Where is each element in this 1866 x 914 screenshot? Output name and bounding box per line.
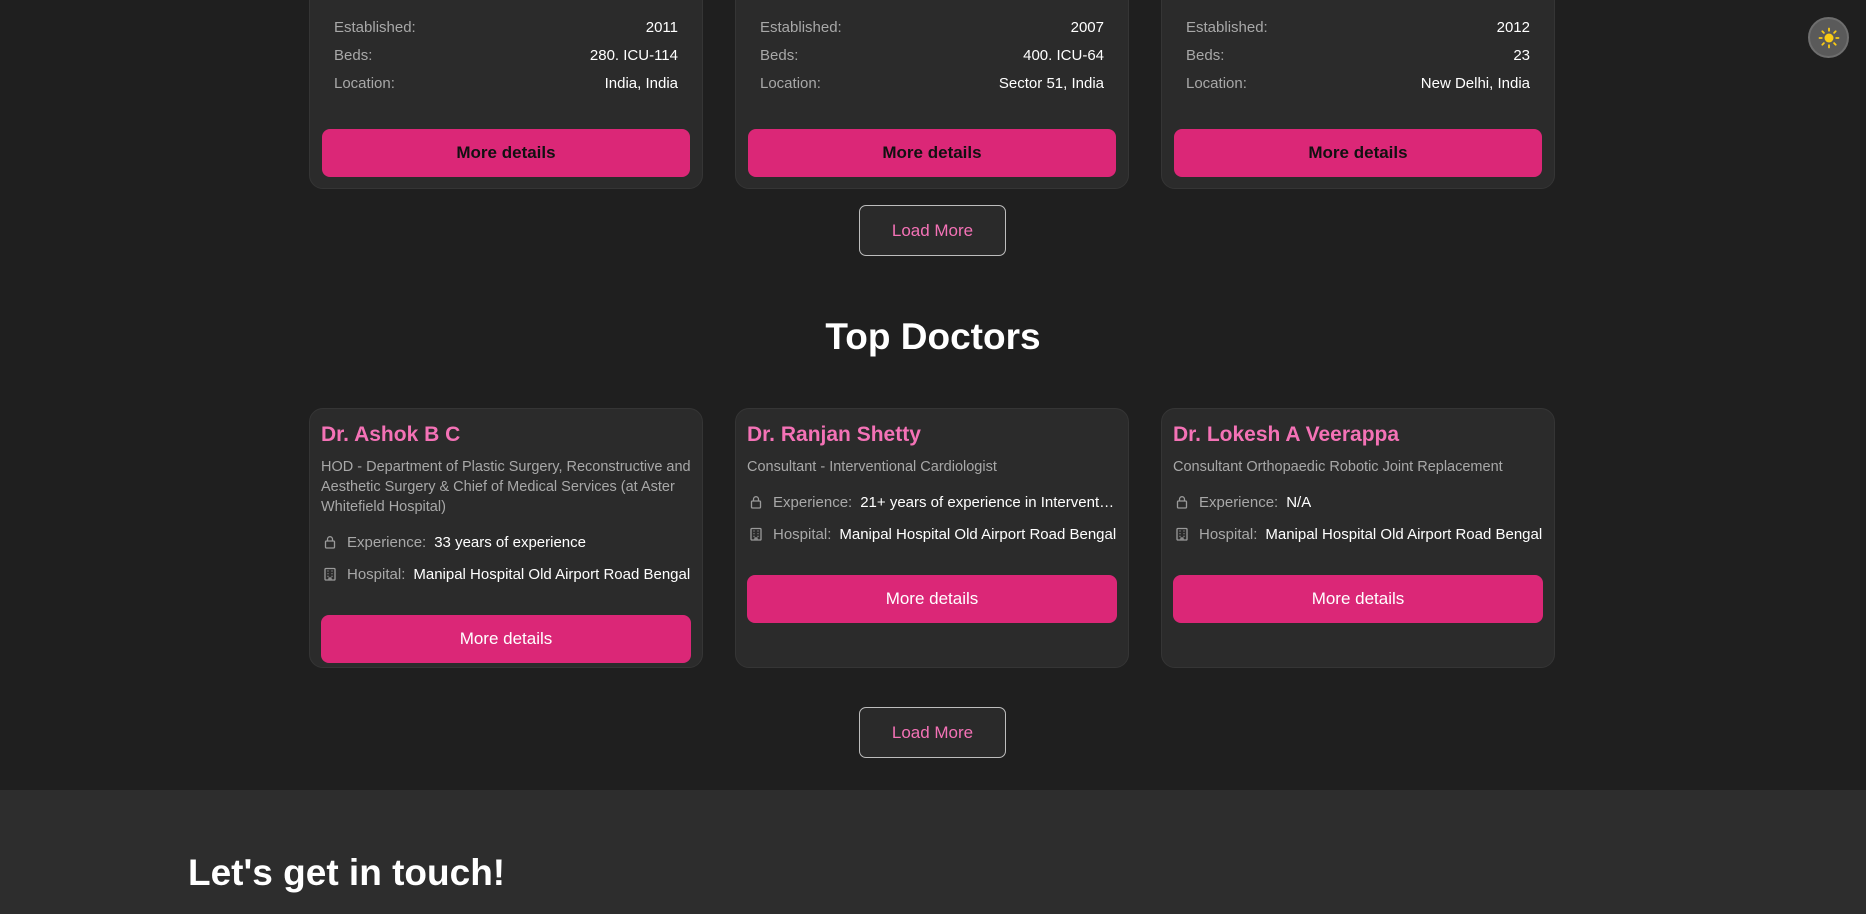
hospital-more-details-button[interactable]: More details [322, 129, 690, 177]
established-value: 2012 [1496, 19, 1530, 36]
doctor-more-details-button[interactable]: More details [321, 615, 691, 663]
beds-label: Beds: [1186, 47, 1225, 64]
doctor-card: Dr. Lokesh A Veerappa Consultant Orthopa… [1161, 408, 1555, 668]
location-label: Location: [760, 75, 821, 92]
beds-value: 280. ICU-114 [589, 47, 678, 64]
doctor-role: Consultant - Interventional Cardiologist [747, 459, 997, 475]
hospital-label: Hospital: [1199, 525, 1258, 543]
established-row: Established: 2012 [1186, 19, 1530, 36]
location-label: Location: [334, 75, 395, 92]
hospitals-load-more-button[interactable]: Load More [859, 205, 1006, 256]
doctor-card: Dr. Ranjan Shetty Consultant - Intervent… [735, 408, 1129, 668]
theme-toggle-button[interactable] [1808, 17, 1849, 58]
beds-label: Beds: [760, 47, 799, 64]
lock-icon [750, 496, 762, 509]
hospital-row: Hospital: Manipal Hospital Old Airport R… [321, 563, 691, 585]
doctor-more-details-button[interactable]: More details [747, 575, 1117, 623]
hospital-more-details-button[interactable]: More details [748, 129, 1116, 177]
doctor-card-grid: Dr. Ashok B C HOD - Department of Plasti… [309, 408, 1557, 668]
hospital-row: Hospital: Manipal Hospital Old Airport R… [747, 523, 1117, 545]
location-value: India, India [604, 75, 678, 92]
location-row: Location: New Delhi, India [1186, 75, 1530, 92]
doctor-name: Dr. Lokesh A Veerappa [1173, 423, 1400, 446]
hospital-card: Established: 2012 Beds: 23 Location: New De… [1161, 0, 1555, 189]
location-row: Location: Sector 51, India [760, 75, 1104, 92]
sun-icon [1818, 27, 1839, 48]
hospital-value: Manipal Hospital Old Airport Road Bengal… [1265, 525, 1543, 543]
hospital-row: Hospital: Manipal Hospital Old Airport R… [1173, 523, 1543, 545]
hospital-value: Manipal Hospital Old Airport Road Bengal… [413, 565, 691, 583]
established-row: Established: 2007 [760, 19, 1104, 36]
hospital-value: Manipal Hospital Old Airport Road Bengal… [839, 525, 1117, 543]
doctors-load-more-button[interactable]: Load More [859, 707, 1006, 758]
beds-row: Beds: 400. ICU-64 [760, 47, 1104, 64]
lock-icon [324, 536, 336, 549]
building-icon [750, 527, 762, 541]
doctor-role: HOD - Department of Plastic Surgery, Rec… [321, 459, 691, 515]
location-row: Location: India, India [334, 75, 678, 92]
experience-value: 33 years of experience [434, 533, 586, 551]
hospital-label: Hospital: [773, 525, 832, 543]
experience-label: Experience: [773, 493, 853, 511]
location-value: Sector 51, India [998, 75, 1104, 92]
established-label: Established: [760, 19, 842, 36]
location-value: New Delhi, India [1420, 75, 1530, 92]
doctor-name: Dr. Ashok B C [321, 423, 461, 446]
established-value: 2011 [645, 19, 678, 36]
doctor-name: Dr. Ranjan Shetty [747, 423, 921, 446]
hospital-card-grid: Established: 2011 Beds: 280. ICU-114 Locat… [309, 0, 1557, 189]
top-doctors-title: Top Doctors [825, 316, 1041, 357]
hospital-label: Hospital: [347, 565, 406, 583]
contact-title: Let's get in touch! [188, 852, 506, 893]
beds-label: Beds: [334, 47, 373, 64]
experience-value: 21+ years of experience in Interventiona… [860, 493, 1117, 511]
hospital-more-details-button[interactable]: More details [1174, 129, 1542, 177]
building-icon [324, 567, 336, 581]
established-row: Established: 2011 [334, 19, 678, 36]
beds-value: 400. ICU-64 [1023, 47, 1104, 64]
established-label: Established: [334, 19, 416, 36]
experience-row: Experience: N/A [1173, 491, 1543, 513]
experience-label: Experience: [1199, 493, 1279, 511]
hospital-card: Established: 2011 Beds: 280. ICU-114 Locat… [309, 0, 703, 189]
beds-row: Beds: 280. ICU-114 [334, 47, 678, 64]
doctor-more-details-button[interactable]: More details [1173, 575, 1543, 623]
experience-row: Experience: 33 years of experience [321, 531, 691, 553]
established-label: Established: [1186, 19, 1268, 36]
hospital-card: Established: 2007 Beds: 400. ICU-64 Locati… [735, 0, 1129, 189]
doctor-card: Dr. Ashok B C HOD - Department of Plasti… [309, 408, 703, 668]
lock-icon [1176, 496, 1188, 509]
experience-row: Experience: 21+ years of experience in I… [747, 491, 1117, 513]
experience-value: N/A [1286, 493, 1312, 511]
beds-row: Beds: 23 [1186, 47, 1530, 64]
established-value: 2007 [1070, 19, 1104, 36]
location-label: Location: [1186, 75, 1247, 92]
beds-value: 23 [1513, 47, 1530, 64]
building-icon [1176, 527, 1188, 541]
doctor-role: Consultant Orthopaedic Robotic Joint Rep… [1173, 459, 1503, 475]
experience-label: Experience: [347, 533, 427, 551]
contact-section: Let's get in touch! [0, 790, 1866, 914]
